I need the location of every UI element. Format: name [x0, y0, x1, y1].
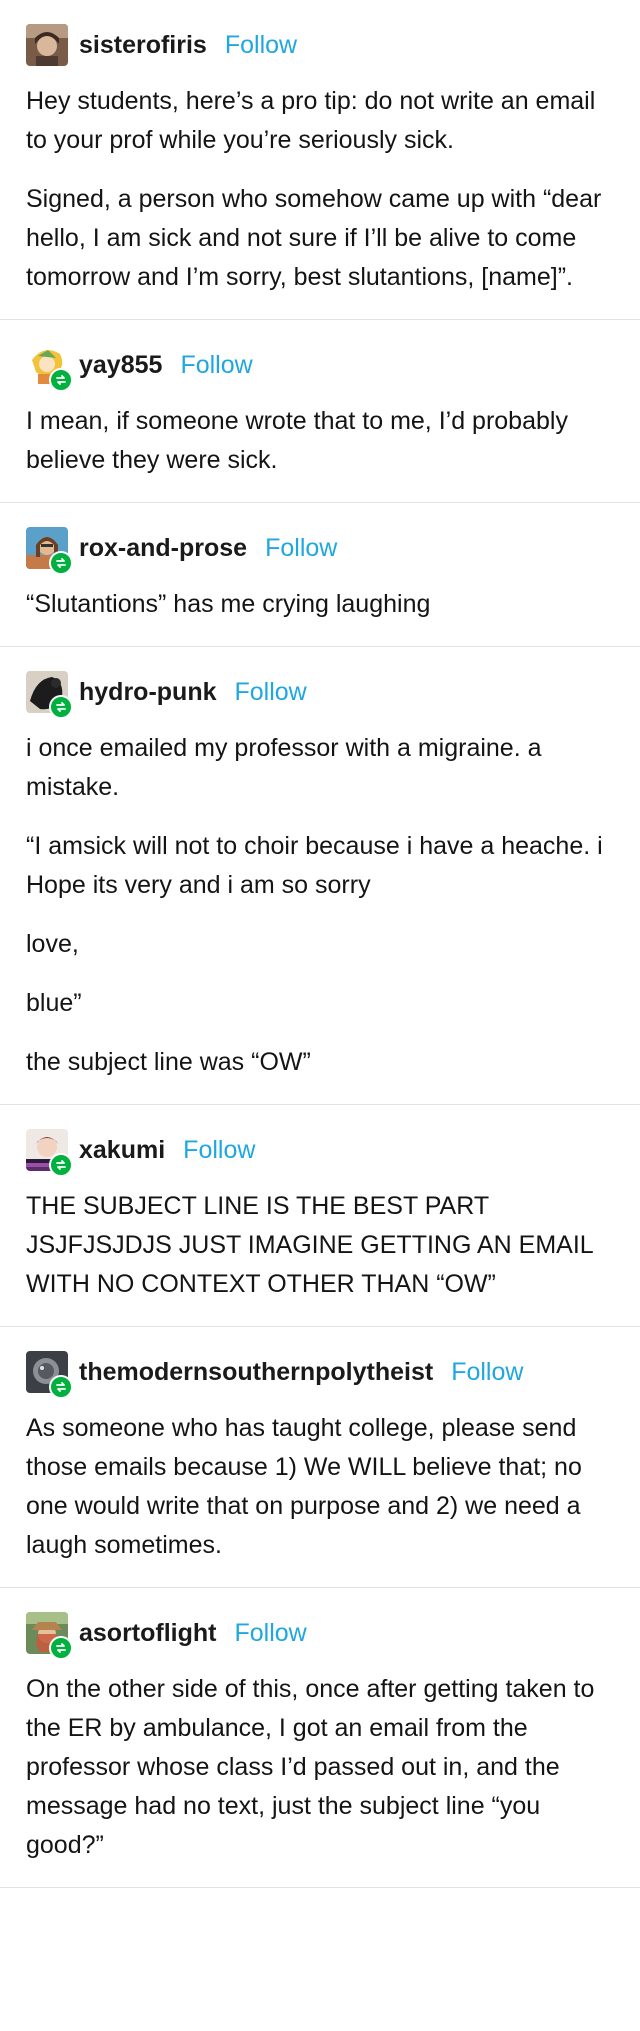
post-text: As someone who has taught college, pleas…	[26, 1414, 582, 1559]
post-text: blue”	[26, 989, 82, 1017]
follow-button[interactable]: Follow	[180, 351, 252, 380]
post-rox-and-prose: rox-and-prose Follow “Slutantions” has me …	[0, 503, 640, 647]
post-text: THE SUBJECT LINE IS THE BEST PART JSJFJS…	[26, 1192, 593, 1298]
post-body: “Slutantions” has me crying laughing	[26, 585, 614, 624]
post-text: I mean, if someone wrote that to me, I’d…	[26, 407, 568, 474]
post-text: love,	[26, 930, 79, 958]
post-text: the subject line was “OW”	[26, 1048, 311, 1076]
reblog-thread: sisterofiris Follow Hey students, here’s a…	[0, 0, 640, 1888]
post-header: rox-and-prose Follow	[26, 525, 614, 575]
post-asortoflight: asortoflight Follow On the other side of t…	[0, 1588, 640, 1888]
reblog-icon	[49, 695, 73, 719]
post-sisterofiris: sisterofiris Follow Hey students, here’s a…	[0, 0, 640, 320]
username-link[interactable]: rox-and-prose	[79, 534, 247, 563]
post-header: asortoflight Follow	[26, 1610, 614, 1660]
avatar[interactable]	[26, 344, 73, 392]
username-link[interactable]: yay855	[79, 351, 162, 380]
avatar[interactable]	[26, 1612, 73, 1660]
follow-button[interactable]: Follow	[265, 534, 337, 563]
post-header: hydro-punk Follow	[26, 669, 614, 719]
post-header: sisterofiris Follow	[26, 22, 614, 68]
follow-button[interactable]: Follow	[225, 31, 297, 60]
username-link[interactable]: xakumi	[79, 1136, 165, 1165]
post-text: “Slutantions” has me crying laughing	[26, 590, 431, 618]
post-body: THE SUBJECT LINE IS THE BEST PART JSJFJS…	[26, 1187, 614, 1304]
follow-button[interactable]: Follow	[451, 1358, 523, 1387]
username-link[interactable]: hydro-punk	[79, 678, 217, 707]
username-link[interactable]: sisterofiris	[79, 31, 207, 60]
post-xakumi: xakumi Follow THE SUBJECT LINE IS THE BEST…	[0, 1105, 640, 1327]
avatar[interactable]	[26, 1351, 73, 1399]
post-text: “I amsick will not to choir because i ha…	[26, 832, 603, 899]
avatar[interactable]	[26, 24, 68, 66]
avatar[interactable]	[26, 671, 73, 719]
post-hydro-punk: hydro-punk Follow i once emailed my profes…	[0, 647, 640, 1105]
post-text: Hey students, here’s a pro tip: do not w…	[26, 87, 596, 154]
post-header: yay855 Follow	[26, 342, 614, 392]
post-text: Signed, a person who somehow came up wit…	[26, 185, 602, 291]
username-link[interactable]: themodernsouthernpolytheist	[79, 1358, 433, 1387]
post-body: On the other side of this, once after ge…	[26, 1670, 614, 1865]
post-body: i once emailed my professor with a migra…	[26, 729, 614, 1082]
avatar-image	[26, 24, 68, 66]
post-body: I mean, if someone wrote that to me, I’d…	[26, 402, 614, 480]
follow-button[interactable]: Follow	[235, 678, 307, 707]
reblog-icon	[49, 1153, 73, 1177]
post-text: On the other side of this, once after ge…	[26, 1675, 595, 1859]
reblog-icon	[49, 368, 73, 392]
avatar[interactable]	[26, 1129, 73, 1177]
reblog-icon	[49, 1636, 73, 1660]
follow-button[interactable]: Follow	[235, 1619, 307, 1648]
reblog-icon	[49, 551, 73, 575]
avatar[interactable]	[26, 527, 73, 575]
follow-button[interactable]: Follow	[183, 1136, 255, 1165]
reblog-icon	[49, 1375, 73, 1399]
post-yay855: yay855 Follow I mean, if someone wrote tha…	[0, 320, 640, 503]
post-themodernsouthernpolytheist: themodernsouthernpolytheist Follow As some…	[0, 1327, 640, 1588]
post-header: xakumi Follow	[26, 1127, 614, 1177]
post-body: Hey students, here’s a pro tip: do not w…	[26, 82, 614, 297]
username-link[interactable]: asortoflight	[79, 1619, 217, 1648]
post-body: As someone who has taught college, pleas…	[26, 1409, 614, 1565]
post-text: i once emailed my professor with a migra…	[26, 734, 542, 801]
post-header: themodernsouthernpolytheist Follow	[26, 1349, 614, 1399]
